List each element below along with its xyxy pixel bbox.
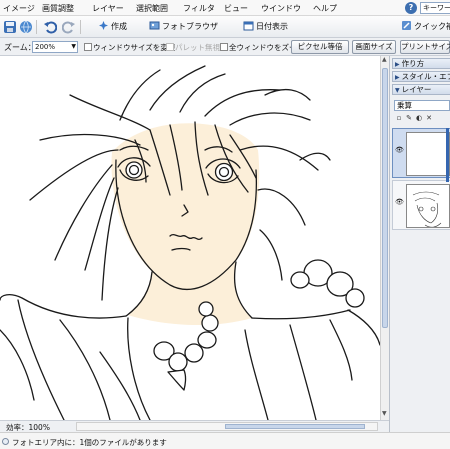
blend-mode-select[interactable]: 乗算 [394,100,450,111]
view-options-bar: ズーム： 200% ▼ ウィンドウサイズを変更 パレット無視 全ウィンドウをズー… [0,38,450,56]
edit-layer-icon[interactable]: ✎ [404,114,414,123]
date-view-button[interactable]: 日付表示 [243,20,288,34]
quick-fix-icon [402,21,411,30]
new-layer-icon[interactable]: ▫ [394,114,404,123]
layer-item[interactable]: 👁 [392,128,450,178]
line-art-thumbnail [412,191,442,227]
layer-thumbnail [406,184,450,228]
canvas-status-bar: 効率：100% [0,420,389,432]
status-message: フォトエリア内に：1個のファイルがあります [12,438,167,447]
ignore-palette-checkbox: パレット無視 [166,42,220,53]
right-panel: ▶作り方 ▶スタイル・エフェクト ▼レイヤー 乗算 ▫✎◐✕ 👁 👁 [389,56,450,432]
quick-fix-label: クイック補正 [414,22,450,31]
help-icon[interactable]: ? [405,2,417,14]
expand-icon: ▶ [395,61,400,68]
photo-browser-icon [149,21,160,30]
scroll-down-icon[interactable]: ▼ [382,410,387,417]
fit-screen-button[interactable]: 画面サイズ [352,40,396,54]
create-label: 作成 [111,22,127,31]
layer-panel-header[interactable]: ▼ レイヤー [392,84,450,95]
main-toolbar: 作成 フォトブラウザ 日付表示 クイック補正 [0,16,450,38]
expand-icon: ▶ [395,74,400,81]
scroll-thumb[interactable] [382,68,388,328]
eye-icon[interactable]: 👁 [395,199,404,206]
scroll-up-icon[interactable]: ▲ [382,56,387,63]
app-status-bar: フォトエリア内に：1個のファイルがあります [0,432,450,449]
fit-window-checkbox[interactable]: ウィンドウサイズを変更 [84,42,175,53]
keyword-search-input[interactable]: キーワー [420,2,450,14]
menu-selection[interactable]: 選択範囲 [136,3,168,14]
quick-fix-button[interactable]: クイック補正 [401,20,450,34]
save-icon[interactable] [3,20,17,34]
photo-browser-label: フォトブラウザ [162,22,218,31]
toolbar-separator [36,20,37,34]
status-icon [2,438,9,445]
create-icon [99,21,108,30]
create-button[interactable]: 作成 [98,20,127,34]
web-icon[interactable] [19,20,33,34]
menu-view[interactable]: ビュー [224,3,248,14]
layer-tools: ▫ ✎ ◐ ✕ [394,113,450,124]
calendar-icon [243,21,254,31]
ignore-palette-label: パレット無視 [175,43,220,52]
style-effects-header[interactable]: ▶スタイル・エフェクト [392,71,450,82]
date-view-label: 日付表示 [256,22,288,31]
redo-icon[interactable] [62,20,76,34]
print-size-button[interactable]: プリントサイズ [400,40,450,54]
line-art-drawing [0,65,380,420]
toolbar-separator [80,20,81,34]
checkbox-box [166,43,174,51]
undo-icon[interactable] [43,20,57,34]
blend-mode-value: 乗算 [397,101,412,110]
selection-indicator [446,128,449,182]
fit-window-label: ウィンドウサイズを変更 [93,43,176,52]
zoom-value: 200% [35,43,56,51]
chevron-down-icon: ▼ [71,43,76,50]
layer-item[interactable]: 👁 [392,180,450,230]
eye-icon[interactable]: 👁 [395,147,404,154]
photo-browser-button[interactable]: フォトブラウザ [149,20,218,34]
create-panel-label: 作り方 [401,59,425,68]
menu-bar: イメージ 画質調整 レイヤー 選択範囲 フィルタ ビュー ウインドウ ヘルプ ?… [0,0,450,16]
create-panel-header[interactable]: ▶ 作り方 [392,58,450,69]
layer-thumbnail [406,132,450,176]
menu-help[interactable]: ヘルプ [313,3,337,14]
collapse-icon: ▼ [395,87,400,94]
scroll-thumb[interactable] [225,424,365,429]
zoom-label: ズーム： [4,43,36,52]
layer-panel-label: レイヤー [401,85,432,94]
style-effects-label: スタイル・エフェクト [401,72,450,81]
horizontal-scrollbar[interactable] [76,422,378,431]
menu-window[interactable]: ウインドウ [261,3,301,14]
delete-layer-icon[interactable]: ✕ [424,114,434,123]
menu-image[interactable]: イメージ [3,3,35,14]
vertical-scrollbar[interactable]: ▲ ▼ [380,56,389,420]
menu-layer[interactable]: レイヤー [92,3,124,14]
layer-mask-icon[interactable]: ◐ [414,114,424,123]
menu-filter[interactable]: フィルタ [183,3,215,14]
actual-pixels-button[interactable]: ピクセル等倍 [291,40,349,54]
checkbox-box [220,43,228,51]
menu-adjust[interactable]: 画質調整 [42,3,74,14]
zoom-select[interactable]: 200% ▼ [32,41,78,53]
photo-canvas[interactable] [0,56,380,420]
checkbox-box [84,43,92,51]
